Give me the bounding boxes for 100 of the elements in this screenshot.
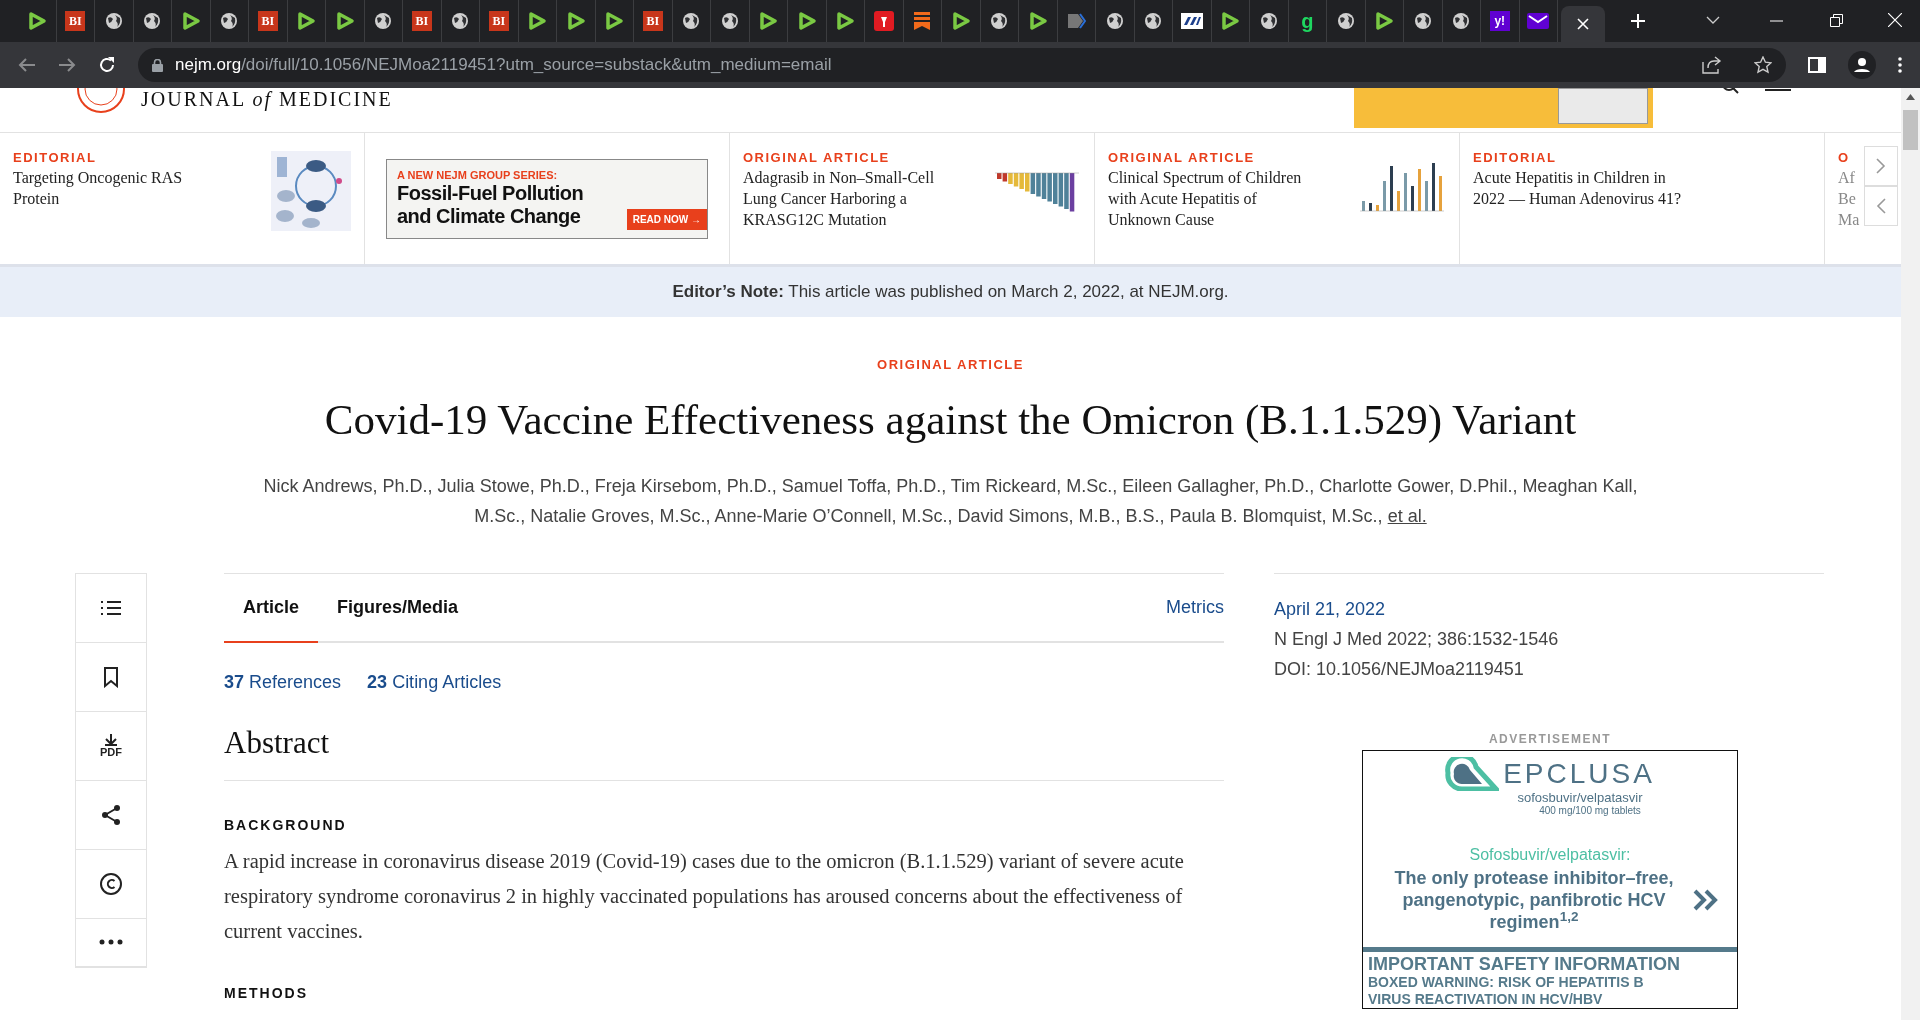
dose-text: 400 mg/100 mg tablets xyxy=(1539,804,1641,817)
play-icon[interactable] xyxy=(796,11,817,31)
forward-icon[interactable] xyxy=(58,57,76,73)
copyright-icon xyxy=(99,871,123,896)
play-icon[interactable] xyxy=(527,11,548,31)
reload-icon[interactable] xyxy=(98,56,116,74)
new-tab-icon[interactable] xyxy=(1630,13,1646,29)
globe-icon[interactable] xyxy=(682,12,701,30)
envelope-icon[interactable] xyxy=(1527,13,1550,29)
close-window-icon[interactable] xyxy=(1888,13,1902,27)
globe-icon[interactable] xyxy=(720,12,739,30)
reference-link[interactable]: 37 References xyxy=(224,668,342,696)
abstract-paragraph: A rapid increase in coronavirus disease 2019 (Covid-19) cases due to the omicron (B.1.1.529) variant of severe acute respiratory syndrome coronavirus 2 in highly vaccinated populations has aroused concerns about the effectiveness of current vaccines. xyxy=(224,849,1185,944)
article-link[interactable]: Acute Hepatitis in Children in 2022 — Human Adenovirus 41? xyxy=(1473,167,1811,209)
safety-warning: BOXED WARNING: RISK OF HEPATITIS B VIRUS REACTIVATION IN HCV/HBV xyxy=(1368,973,1645,1008)
article-category: ORIGINAL ARTICLE xyxy=(1108,149,1256,167)
metrics-link[interactable]: Metrics xyxy=(1166,593,1224,621)
address-field[interactable]: nejm.org/doi/full/10.1056/NEJMoa2119451?utm_source=substack&utm_medium=email xyxy=(138,48,1786,82)
bi-favicon[interactable]: BI xyxy=(411,11,432,31)
editor-note: Editor’s Note: This article was published on March 2, 2022, at NEJM.org. xyxy=(672,281,1229,304)
article-tab[interactable]: Figures/Media xyxy=(318,573,478,643)
g-favicon[interactable]: g xyxy=(1301,11,1314,31)
lock-icon xyxy=(152,58,163,72)
globe-icon[interactable] xyxy=(374,12,393,30)
citation-text: N Engl J Med 2022; 386:1532-1546 xyxy=(1274,627,1560,651)
sidebar-tool-button[interactable]: PDF xyxy=(76,711,146,781)
journal-logo[interactable]: JOURNAL of MEDICINE xyxy=(141,88,393,114)
globe-icon[interactable] xyxy=(1144,12,1163,30)
play-icon[interactable] xyxy=(604,11,625,31)
promo-title: Fossil-Fuel Pollution xyxy=(397,182,584,205)
striped-logo-icon[interactable] xyxy=(1180,13,1203,29)
advertisement-label: ADVERTISEMENT xyxy=(1488,730,1612,748)
advertisement-banner[interactable] xyxy=(1362,749,1738,1009)
read-now-button[interactable]: READ NOW → xyxy=(626,208,707,230)
double-chevron-icon xyxy=(1693,888,1719,911)
play-icon[interactable] xyxy=(758,11,779,31)
safety-title: IMPORTANT SAFETY INFORMATION xyxy=(1368,953,1681,974)
torch-icon[interactable] xyxy=(873,11,894,31)
globe-icon[interactable] xyxy=(1105,12,1124,30)
globe-icon[interactable] xyxy=(1413,12,1432,30)
list-icon xyxy=(100,598,122,617)
globe-icon[interactable] xyxy=(143,12,162,30)
scroll-up-icon[interactable] xyxy=(1906,94,1915,100)
star-icon[interactable] xyxy=(1754,56,1772,74)
globe-icon[interactable] xyxy=(990,12,1009,30)
bi-favicon[interactable]: BI xyxy=(257,11,278,31)
globe-icon[interactable] xyxy=(1452,12,1471,30)
play-icon[interactable] xyxy=(950,11,971,31)
yahoo-favicon[interactable]: y! xyxy=(1489,11,1510,31)
play-icon[interactable] xyxy=(565,11,586,31)
globe-icon[interactable] xyxy=(1336,12,1355,30)
side-panel-icon[interactable] xyxy=(1808,57,1826,73)
more-icon xyxy=(99,939,123,945)
article-link[interactable]: Targeting Oncogenic RAS Protein xyxy=(13,167,263,209)
generic-name: sofosbuvir/velpatasvir xyxy=(1517,790,1643,805)
active-tab[interactable] xyxy=(1561,6,1605,42)
bookmark-icon[interactable] xyxy=(913,11,932,31)
article-tab[interactable]: Article xyxy=(224,573,319,643)
article-category: ORIGINAL ARTICLE xyxy=(877,356,1024,374)
bi-favicon[interactable]: BI xyxy=(488,11,509,31)
reference-link[interactable]: 23 Citing Articles xyxy=(367,668,502,696)
globe-icon[interactable] xyxy=(451,12,470,30)
promo-banner[interactable]: A NEW NEJM GROUP SERIES: Fossil-Fuel Pollution and Climate Change READ NOW → xyxy=(386,158,708,239)
article-category: EDITORIAL xyxy=(1473,149,1558,167)
profile-icon[interactable] xyxy=(1848,51,1876,79)
article-link[interactable]: Adagrasib in Non–Small-Cell Lung Cancer Harboring a KRASG12C Mutation xyxy=(743,167,983,230)
tab-search-chevron-icon[interactable] xyxy=(1706,16,1720,24)
bi-favicon[interactable]: BI xyxy=(642,11,663,31)
article-link[interactable]: Clinical Spectrum of Children with Acute Hepatitis of Unknown Cause xyxy=(1108,167,1348,230)
close-icon[interactable] xyxy=(1577,18,1589,30)
globe-icon[interactable] xyxy=(220,12,239,30)
play-icon[interactable] xyxy=(296,11,317,31)
doi-text: DOI: 10.1056/NEJMoa2119451 xyxy=(1274,657,1525,681)
ad-subheading: Sofosbuvir/velpatasvir: xyxy=(1469,844,1631,865)
play-icon[interactable] xyxy=(835,11,856,31)
menu-icon[interactable] xyxy=(1898,57,1902,73)
play-icon[interactable] xyxy=(1027,11,1048,31)
menu-icon[interactable] xyxy=(1765,88,1791,94)
et-al-link[interactable]: et al. xyxy=(1387,505,1427,526)
play-icon[interactable] xyxy=(180,11,201,31)
globe-icon[interactable] xyxy=(104,12,123,30)
share-icon[interactable] xyxy=(1702,56,1722,74)
play-icon[interactable] xyxy=(1220,11,1241,31)
article-link[interactable]: Af Be Ma xyxy=(1838,167,1868,230)
section-heading: Abstract xyxy=(224,719,1224,781)
article-category: ORIGINAL ARTICLE xyxy=(743,149,891,167)
chevron-tag-icon[interactable] xyxy=(1066,11,1087,31)
scrollbar-thumb[interactable] xyxy=(1903,110,1918,150)
article-category: EDITORIAL xyxy=(13,149,98,167)
subsection-heading: METHODS xyxy=(224,984,309,1003)
play-icon[interactable] xyxy=(334,11,355,31)
play-icon[interactable] xyxy=(26,11,47,31)
back-icon[interactable] xyxy=(18,57,36,73)
scrollbar[interactable] xyxy=(1901,88,1920,1020)
play-icon[interactable] xyxy=(1374,11,1395,31)
bi-favicon[interactable]: BI xyxy=(65,11,86,31)
ad-headline: The only protease inhibitor–free, pangenotypic, panfibrotic HCV regimen$^{1,2}$ xyxy=(1393,866,1675,933)
restore-icon[interactable] xyxy=(1830,14,1843,27)
globe-icon[interactable] xyxy=(1259,12,1278,30)
article-category: O xyxy=(1838,149,1851,167)
